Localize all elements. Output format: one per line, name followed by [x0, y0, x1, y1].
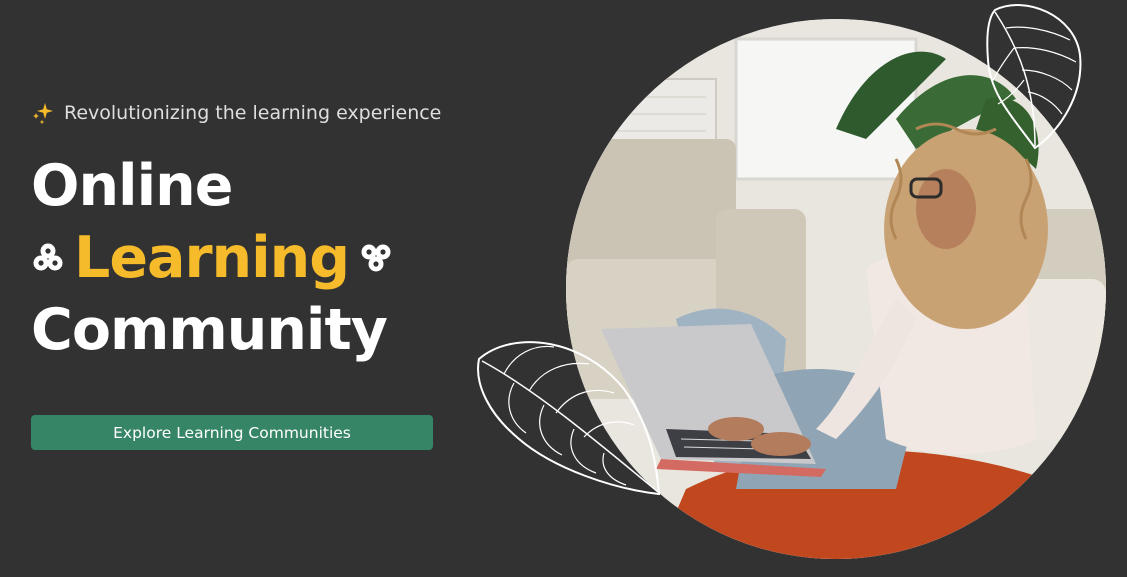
flower-blob-icon	[361, 244, 391, 272]
sparkle-icon	[33, 103, 53, 125]
tagline-text: Revolutionizing the learning experience	[64, 102, 442, 124]
headline-line-2: Learning	[31, 222, 393, 294]
leaf-outline-icon	[986, 4, 1082, 150]
leaf-outline-icon	[477, 341, 661, 496]
explore-communities-button[interactable]: Explore Learning Communities	[31, 415, 433, 450]
headline: Online Learning Community	[31, 150, 393, 366]
flower-blob-icon	[33, 243, 63, 271]
headline-highlight: Learning	[74, 225, 350, 291]
hero-image-frame	[477, 4, 1106, 559]
headline-line-3: Community	[31, 297, 388, 363]
headline-line-1: Online	[31, 153, 233, 219]
hero-section: Revolutionizing the learning experience …	[0, 0, 1127, 577]
tagline: Revolutionizing the learning experience	[31, 101, 441, 125]
